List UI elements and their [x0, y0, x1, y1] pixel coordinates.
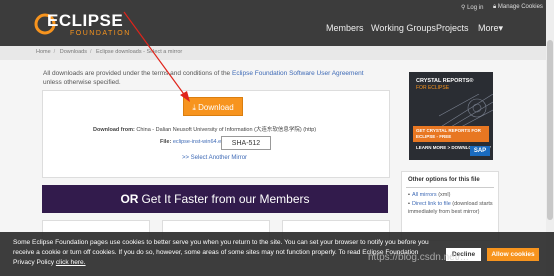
direct-link[interactable]: Direct link to file	[412, 201, 451, 207]
manage-cookies-link[interactable]: 🔒︎ Manage Cookies	[493, 4, 543, 11]
divider	[406, 187, 494, 188]
breadcrumb-downloads[interactable]: Downloads	[60, 49, 87, 55]
sap-logo: SAP	[470, 146, 490, 156]
ad-graphic-icon	[439, 94, 493, 128]
lock-icon: 🔒︎	[493, 4, 497, 10]
download-button[interactable]: ⤓ Download	[183, 97, 243, 116]
nav-working-groups[interactable]: Working Groups	[371, 23, 436, 33]
option-direct-link: • Direct link to file (download starts im…	[408, 201, 493, 215]
ad-cta-banner: GET CRYSTAL REPORTS FOR ECLIPSE - FREE	[413, 126, 489, 142]
members-or: OR	[120, 192, 139, 206]
file-label: File:	[160, 139, 172, 145]
ad-title: CRYSTAL REPORTS®	[416, 78, 474, 84]
privacy-policy-link[interactable]: click here.	[56, 259, 86, 266]
nav-more[interactable]: More▾	[478, 23, 503, 34]
download-button-label: Download	[198, 103, 234, 112]
terms-suffix: unless otherwise specified.	[43, 79, 121, 86]
breadcrumb: Home / Downloads / Eclipse downloads - Sel…	[36, 49, 183, 55]
members-text: Get It Faster from our Members	[141, 192, 310, 206]
allow-cookies-button[interactable]: Allow cookies	[487, 248, 539, 261]
members-banner[interactable]: OR Get It Faster from our Members	[42, 185, 388, 213]
login-link[interactable]: ⚲ Log in	[461, 4, 483, 11]
manage-cookies-label: Manage Cookies	[497, 4, 543, 10]
other-options-panel: Other options for this file • All mirrors…	[401, 171, 499, 241]
option-all-mirrors: • All mirrors (xml)	[408, 192, 451, 198]
file-name-link[interactable]: eclipse-inst-win64.exe	[173, 139, 227, 145]
crystal-reports-ad[interactable]: CRYSTAL REPORTS® FOR ECLIPSE GET CRYSTAL…	[409, 72, 493, 160]
nav-members[interactable]: Members	[326, 23, 364, 33]
nav-projects[interactable]: Projects	[436, 23, 469, 33]
terms-text: All downloads are provided under the ter…	[43, 69, 383, 87]
user-icon: ⚲	[461, 5, 466, 11]
logo-subtitle: FOUNDATION	[70, 30, 131, 37]
scrollbar-thumb[interactable]	[547, 40, 553, 220]
download-from-value: China - Dalian Neusoft University of Inf…	[136, 127, 317, 133]
user-agreement-link[interactable]: Eclipse Foundation Software User Agreeme…	[232, 70, 364, 77]
download-icon: ⤓	[192, 103, 196, 112]
sha512-button[interactable]: SHA-512	[221, 136, 271, 150]
other-options-title: Other options for this file	[408, 177, 480, 183]
ad-cta-text: GET CRYSTAL REPORTS FOR ECLIPSE - FREE	[416, 128, 481, 139]
download-from: Download from: China - Dalian Neusoft Un…	[93, 125, 316, 133]
watermark: https://blog.csdn.net/...	[368, 252, 469, 263]
select-mirror-link[interactable]: >> Select Another Mirror	[182, 155, 247, 161]
logo-title: ECLIPSE	[47, 11, 124, 30]
download-from-label: Download from:	[93, 127, 135, 133]
ad-subtitle: FOR ECLIPSE	[416, 85, 450, 91]
eclipse-logo[interactable]: ECLIPSE FOUNDATION	[34, 11, 129, 41]
terms-prefix: All downloads are provided under the ter…	[43, 70, 232, 77]
breadcrumb-current: Eclipse downloads - Select a mirror	[96, 49, 183, 55]
all-mirrors-note: (xml)	[436, 192, 451, 198]
download-file: File: eclipse-inst-win64.exe	[160, 139, 227, 145]
all-mirrors-link[interactable]: All mirrors	[412, 192, 437, 198]
login-label: Log in	[467, 5, 484, 11]
members-banner-text: OR Get It Faster from our Members	[42, 192, 388, 206]
breadcrumb-home[interactable]: Home	[36, 49, 51, 55]
